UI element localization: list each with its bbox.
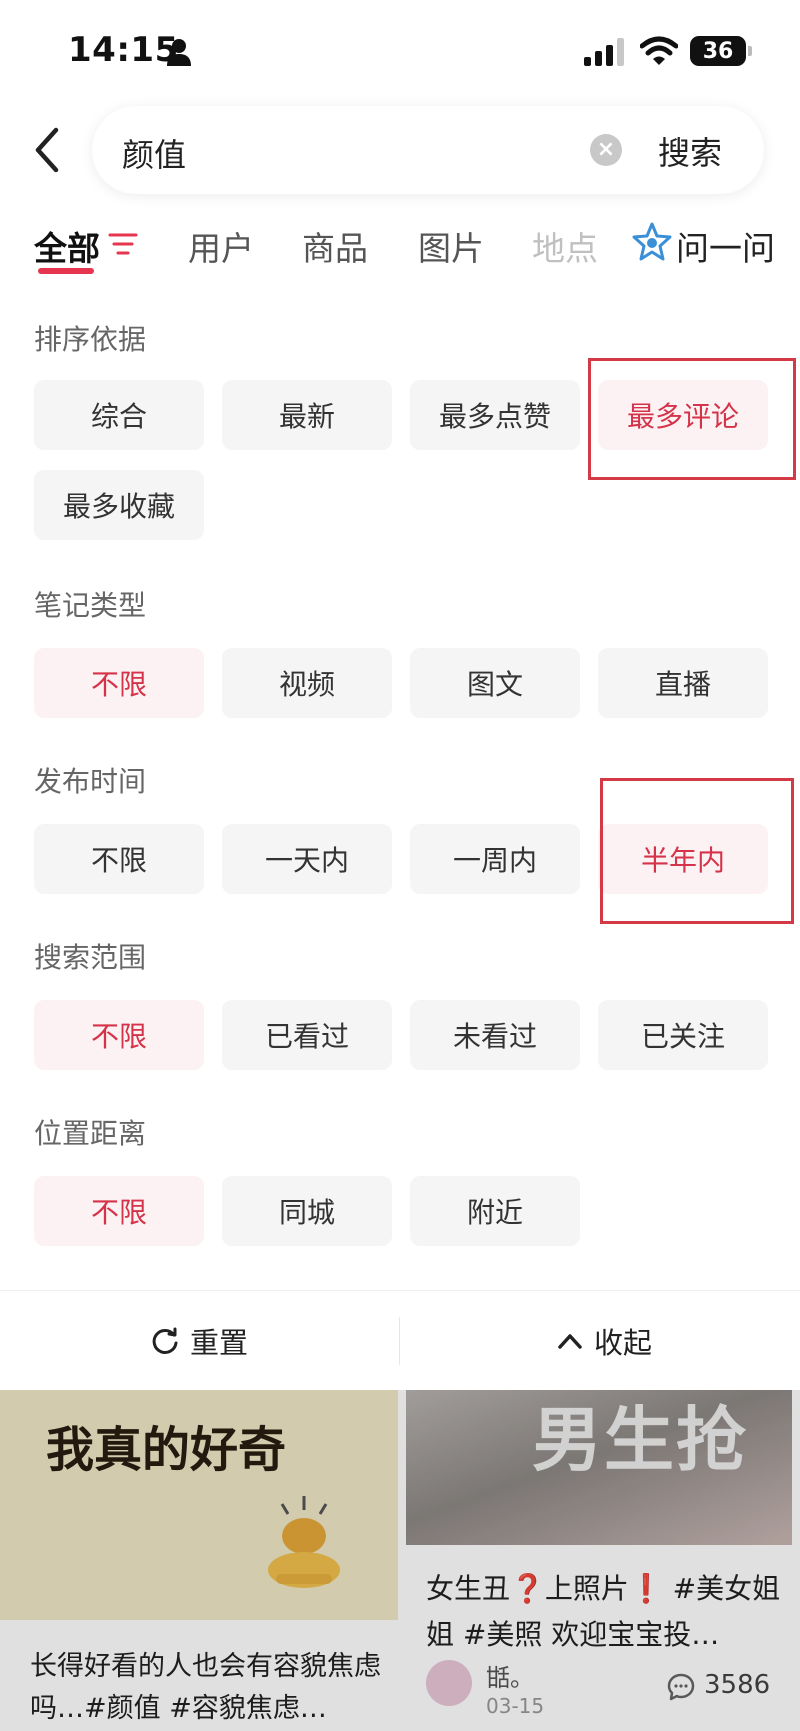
person-icon	[167, 39, 191, 66]
chip-time-one-week[interactable]: 一周内	[410, 824, 580, 894]
collapse-button[interactable]: 收起	[556, 1319, 652, 1363]
chip-sort-most-favorites[interactable]: 最多收藏	[34, 470, 204, 540]
tab-users[interactable]: 用户	[188, 222, 254, 270]
chip-scope-not-viewed[interactable]: 未看过	[410, 1000, 580, 1070]
chip-scope-viewed[interactable]: 已看过	[222, 1000, 392, 1070]
wifi-icon	[640, 36, 678, 65]
battery-icon: 36	[690, 36, 752, 66]
filter-icon[interactable]	[108, 232, 138, 256]
clear-icon[interactable]: ×	[590, 134, 622, 166]
section-title-sort: 排序依据	[34, 323, 147, 356]
tab-ask[interactable]: 问一问	[676, 222, 775, 270]
section-title-location: 位置距离	[34, 1117, 147, 1150]
status-time: 14:15	[68, 30, 179, 70]
chip-scope-any[interactable]: 不限	[34, 1000, 204, 1070]
chip-time-one-day[interactable]: 一天内	[222, 824, 392, 894]
results-feed: 我真的好奇 长得好看的人也会有容貌焦虑吗…#颜值 #容貌焦虑… 男生抢 女生丑❓…	[0, 1390, 800, 1731]
section-title-scope: 搜索范围	[34, 941, 147, 974]
reset-icon	[152, 1327, 178, 1354]
filter-action-bar: 重置 收起	[0, 1290, 800, 1390]
signal-icon	[584, 38, 624, 66]
search-input[interactable]: 颜值	[122, 130, 186, 176]
back-arrow-icon[interactable]	[30, 124, 66, 176]
chip-type-image-text[interactable]: 图文	[410, 648, 580, 718]
chip-time-any[interactable]: 不限	[34, 824, 204, 894]
dim-overlay	[0, 1390, 800, 1731]
collapse-label: 收起	[594, 1326, 653, 1360]
reset-label: 重置	[190, 1326, 249, 1360]
battery-level: 36	[702, 38, 734, 64]
chevron-up-icon	[558, 1334, 582, 1349]
chip-sort-newest[interactable]: 最新	[222, 380, 392, 450]
tab-places[interactable]: 地点	[532, 222, 598, 270]
section-title-note-type: 笔记类型	[34, 589, 147, 622]
tab-products[interactable]: 商品	[302, 222, 368, 270]
search-button[interactable]: 搜索	[658, 128, 722, 174]
chip-type-video[interactable]: 视频	[222, 648, 392, 718]
annotation-box-half-year	[600, 778, 794, 924]
annotation-box-most-comments	[588, 358, 796, 480]
chip-location-nearby[interactable]: 附近	[410, 1176, 580, 1246]
chip-type-live[interactable]: 直播	[598, 648, 768, 718]
bottom-divider	[399, 1317, 400, 1365]
chip-scope-following[interactable]: 已关注	[598, 1000, 768, 1070]
chip-location-any[interactable]: 不限	[34, 1176, 204, 1246]
search-box[interactable]: 颜值 × 搜索	[92, 106, 764, 194]
tab-all[interactable]: 全部	[34, 222, 100, 270]
status-bar: 14:15 36	[0, 0, 800, 100]
ask-star-icon[interactable]	[632, 222, 672, 262]
tab-images[interactable]: 图片	[418, 222, 484, 270]
chip-location-same-city[interactable]: 同城	[222, 1176, 392, 1246]
active-tab-indicator	[38, 268, 94, 274]
chip-sort-comprehensive[interactable]: 综合	[34, 380, 204, 450]
reset-button[interactable]: 重置	[150, 1319, 248, 1363]
chip-type-any[interactable]: 不限	[34, 648, 204, 718]
chip-sort-most-likes[interactable]: 最多点赞	[410, 380, 580, 450]
section-title-publish-time: 发布时间	[34, 765, 147, 798]
